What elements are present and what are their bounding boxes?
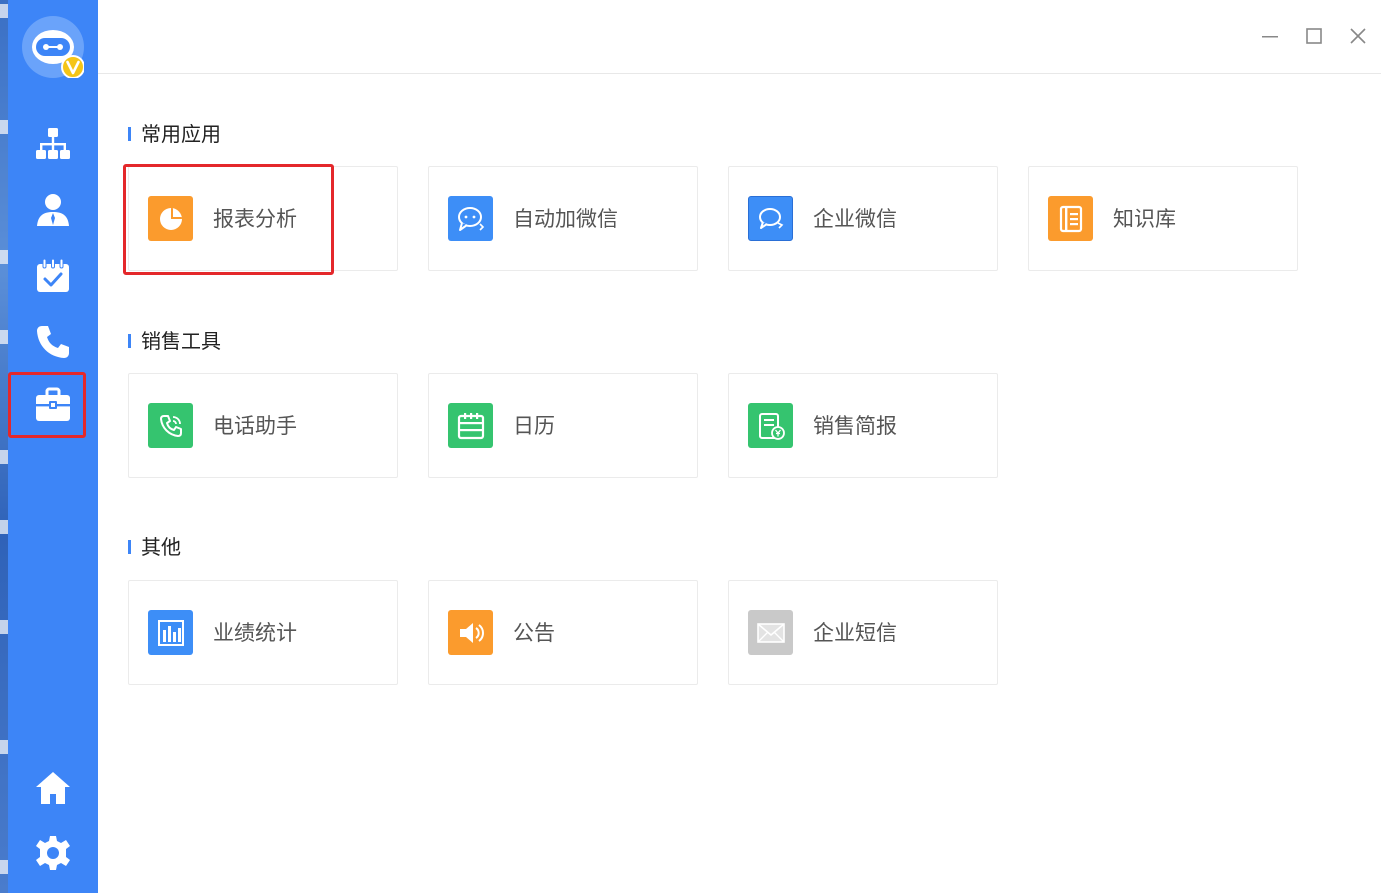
speaker-icon <box>459 622 484 643</box>
app-label: 自动加微信 <box>513 207 618 231</box>
app-label: 销售简报 <box>813 414 897 438</box>
app-card-sales-briefing[interactable]: 销售简报 <box>728 373 998 478</box>
app-label: 企业短信 <box>813 621 897 645</box>
home-icon <box>36 772 70 804</box>
report-yuan-icon <box>758 412 785 440</box>
sidebar-item-schedule[interactable] <box>8 248 98 304</box>
app-icon-tile <box>748 196 793 241</box>
app-label: 电话助手 <box>213 414 297 438</box>
app-card-report-analysis[interactable]: 报表分析 <box>128 166 398 271</box>
app-icon-tile <box>1048 196 1093 241</box>
title-bar <box>98 0 1381 74</box>
app-card-auto-add-wechat[interactable]: 自动加微信 <box>428 166 698 271</box>
app-card-performance-stats[interactable]: 业绩统计 <box>128 580 398 685</box>
phone-icon <box>37 326 69 358</box>
robot-logo-icon <box>22 16 85 79</box>
app-label: 业绩统计 <box>213 621 297 645</box>
close-icon <box>1350 28 1366 44</box>
app-label: 公告 <box>513 621 555 645</box>
main-content: 常用应用 报表分析 自动加微信 企业微信 知识库 销售工具 电话助手 日历 销售… <box>98 74 1381 893</box>
chat-bubble-icon <box>457 206 484 231</box>
app-icon-tile <box>448 196 493 241</box>
app-card-announcement[interactable]: 公告 <box>428 580 698 685</box>
sidebar-item-home[interactable] <box>8 760 98 816</box>
app-icon-tile <box>148 403 193 448</box>
chat-bubble-icon <box>758 207 783 229</box>
sidebar-item-contacts[interactable] <box>8 182 98 238</box>
minimize-icon <box>1262 36 1278 38</box>
sidebar-item-toolbox[interactable] <box>8 372 98 438</box>
app-label: 企业微信 <box>813 207 897 231</box>
toolbox-icon <box>36 387 70 421</box>
app-icon-tile <box>748 403 793 448</box>
app-icon-tile <box>448 610 493 655</box>
sidebar-item-phone[interactable] <box>8 314 98 370</box>
sidebar <box>8 0 98 893</box>
org-chart-icon <box>36 128 70 159</box>
minimize-button[interactable] <box>1256 22 1284 50</box>
sidebar-item-organization[interactable] <box>8 116 98 172</box>
app-card-calendar[interactable]: 日历 <box>428 373 698 478</box>
section-title-sales-tools: 销售工具 <box>128 329 221 353</box>
sidebar-item-settings[interactable] <box>8 825 98 881</box>
bar-chart-icon <box>157 619 184 646</box>
app-label: 知识库 <box>1113 207 1176 231</box>
app-card-phone-assistant[interactable]: 电话助手 <box>128 373 398 478</box>
app-icon-tile <box>748 610 793 655</box>
app-card-knowledge-base[interactable]: 知识库 <box>1028 166 1298 271</box>
app-icon-tile <box>148 610 193 655</box>
maximize-button[interactable] <box>1300 22 1328 50</box>
contact-icon <box>37 194 69 226</box>
app-icon-tile <box>148 196 193 241</box>
app-label: 报表分析 <box>213 207 297 231</box>
close-button[interactable] <box>1344 22 1372 50</box>
section-title-others: 其他 <box>128 535 181 559</box>
app-card-enterprise-sms[interactable]: 企业短信 <box>728 580 998 685</box>
calendar-icon <box>457 412 484 439</box>
book-icon <box>1059 205 1082 232</box>
app-card-enterprise-wechat[interactable]: 企业微信 <box>728 166 998 271</box>
settings-icon <box>36 836 70 870</box>
section-title-common-apps: 常用应用 <box>128 122 221 146</box>
desktop-background-strip <box>0 0 8 893</box>
maximize-icon <box>1306 28 1322 44</box>
pie-chart-icon <box>159 207 182 230</box>
app-logo[interactable] <box>22 16 85 79</box>
envelope-icon <box>756 622 785 643</box>
phone-call-icon <box>159 414 182 437</box>
app-label: 日历 <box>513 414 555 438</box>
app-icon-tile <box>448 403 493 448</box>
calendar-check-icon <box>37 258 69 292</box>
